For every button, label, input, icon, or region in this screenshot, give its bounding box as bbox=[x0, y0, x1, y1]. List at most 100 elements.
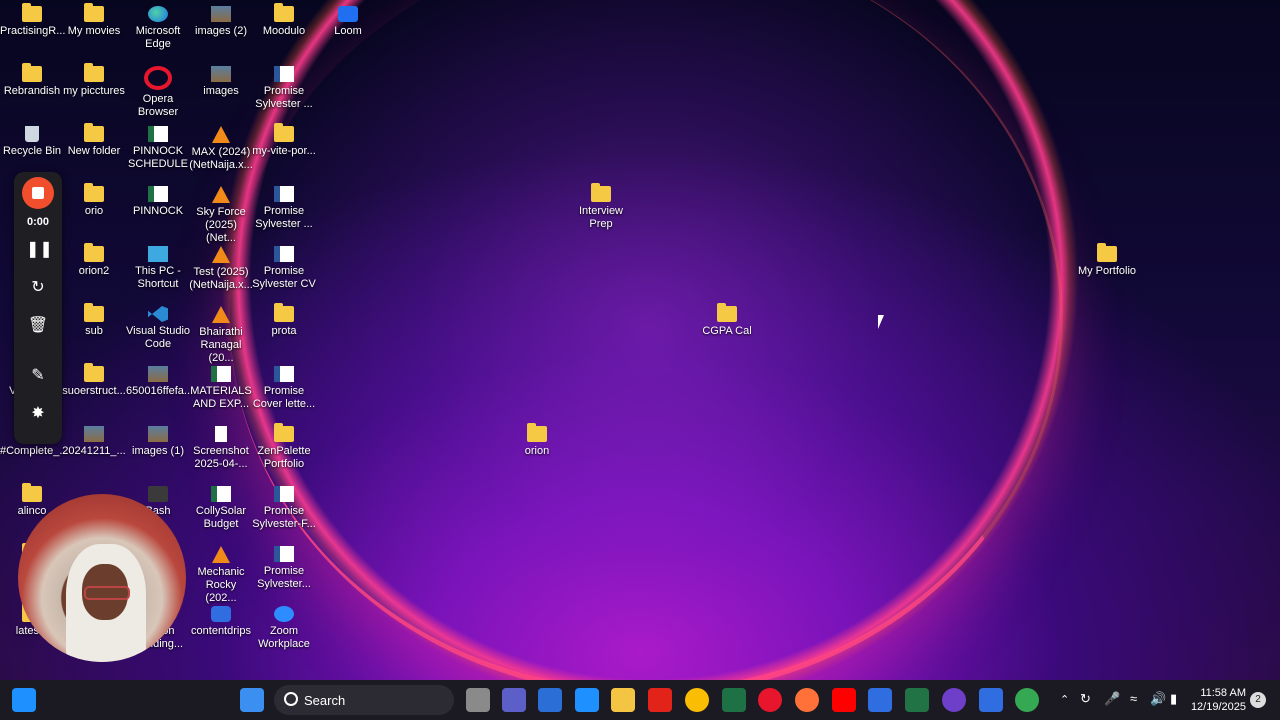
desktop-icon[interactable]: Mechanic Rocky (202... bbox=[189, 542, 253, 605]
folder-icon bbox=[527, 423, 547, 442]
restart-icon[interactable]: ↻ bbox=[26, 276, 50, 300]
desktop-icon[interactable]: orion bbox=[505, 422, 569, 458]
desktop-icon[interactable]: Opera Browser bbox=[126, 62, 190, 119]
desktop-icon[interactable]: Test (2025) (NetNaija.x... bbox=[189, 242, 253, 292]
microphone-icon[interactable]: 🎤 bbox=[1104, 691, 1120, 707]
taskbar-bing-icon[interactable] bbox=[868, 688, 892, 712]
desktop-icon[interactable]: My Portfolio bbox=[1075, 242, 1139, 278]
desktop-icon[interactable]: Moodulo bbox=[252, 2, 316, 38]
taskbar-youtube-icon[interactable] bbox=[832, 688, 856, 712]
folder-icon bbox=[22, 483, 42, 502]
desktop-icon[interactable]: images (1) bbox=[126, 422, 190, 458]
desktop-icon[interactable]: Rebrandish bbox=[0, 62, 64, 98]
clock[interactable]: 11:58 AM 12/19/2025 bbox=[1190, 686, 1246, 714]
taskbar-opera-icon[interactable] bbox=[758, 688, 782, 712]
desktop-icon[interactable]: Zoom Workplace bbox=[252, 602, 316, 651]
desktop-icon[interactable]: Loom bbox=[316, 2, 380, 38]
desktop-icon[interactable]: Screenshot 2025-04-... bbox=[189, 422, 253, 471]
img-icon bbox=[211, 6, 231, 22]
taskbar-chrome-icon[interactable] bbox=[685, 688, 709, 712]
desktop-icon[interactable]: 650016ffefa... bbox=[126, 362, 194, 398]
desktop-icon[interactable]: Promise Sylvester ... bbox=[252, 62, 316, 111]
desktop-icon[interactable]: Visual Studio Code bbox=[126, 302, 190, 351]
desktop-icon[interactable]: MAX (2024) (NetNaija.x... bbox=[189, 122, 253, 172]
desktop-icon[interactable]: prota bbox=[252, 302, 316, 338]
stop-recording-button[interactable] bbox=[22, 177, 54, 209]
desktop-icon[interactable]: My movies bbox=[62, 2, 126, 38]
desktop-icon[interactable]: my-vite-por... bbox=[252, 122, 316, 158]
desktop-icon[interactable]: Interview Prep bbox=[569, 182, 633, 231]
recording-timer: 0:00 bbox=[26, 216, 50, 228]
sync-icon[interactable]: ↻ bbox=[1080, 691, 1091, 707]
desktop-icon-label: my picctures bbox=[63, 85, 125, 97]
taskbar-calendar-icon[interactable] bbox=[575, 688, 599, 712]
desktop-icon[interactable]: contentdrips bbox=[189, 602, 253, 638]
taskbar-excel-icon[interactable] bbox=[722, 688, 746, 712]
desktop-icon[interactable]: Promise Sylvester ... bbox=[252, 182, 316, 231]
desktop-icon-label: Opera Browser bbox=[137, 93, 179, 118]
desktop-icon[interactable]: suoerstruct... bbox=[62, 362, 126, 398]
taskbar-search[interactable]: Search bbox=[274, 685, 454, 715]
folder-icon bbox=[1097, 243, 1117, 262]
cd-icon bbox=[211, 606, 231, 622]
bash-icon bbox=[148, 486, 168, 502]
desktop-icon[interactable]: orion2 bbox=[62, 242, 126, 278]
desktop-icon[interactable]: Bhairathi Ranagal (20... bbox=[189, 302, 253, 365]
desktop-icon[interactable]: images bbox=[189, 62, 253, 98]
taskbar-widgets-icon[interactable] bbox=[12, 688, 36, 712]
notification-badge[interactable]: 2 bbox=[1250, 692, 1266, 708]
taskbar-contentdrips-icon[interactable] bbox=[979, 688, 1003, 712]
desktop-icon[interactable]: sub bbox=[62, 302, 126, 338]
desktop-icon[interactable]: MATERIALS AND EXP... bbox=[189, 362, 253, 411]
desktop-icon-label: MATERIALS AND EXP... bbox=[190, 385, 252, 410]
desktop-icon[interactable]: New folder bbox=[62, 122, 126, 158]
taskbar-file-explorer-icon[interactable] bbox=[611, 688, 635, 712]
taskbar-chrome-profile-icon[interactable] bbox=[1015, 688, 1039, 712]
battery-icon[interactable]: ▮ bbox=[1170, 691, 1177, 707]
trash-icon[interactable]: 🗑 bbox=[26, 314, 50, 338]
taskbar-acrobat-icon[interactable] bbox=[648, 688, 672, 712]
desktop-icon[interactable]: Recycle Bin bbox=[0, 122, 64, 158]
desktop-icon[interactable]: PractisingR... bbox=[0, 2, 65, 38]
pen-icon[interactable]: ✎ bbox=[26, 364, 50, 388]
wifi-icon[interactable]: ≈ bbox=[1130, 691, 1137, 706]
clock-date: 12/19/2025 bbox=[1190, 701, 1246, 713]
taskbar-project-icon[interactable] bbox=[905, 688, 929, 712]
webcam-bubble[interactable] bbox=[18, 494, 186, 662]
desktop-icon[interactable]: PINNOCK SCHEDULE bbox=[126, 122, 190, 171]
desktop-icon[interactable]: Promise Sylvester CV bbox=[252, 242, 316, 291]
volume-icon[interactable]: 🔊 bbox=[1150, 691, 1166, 707]
taskbar-firefox-icon[interactable] bbox=[795, 688, 819, 712]
effects-icon[interactable]: ✸ bbox=[26, 402, 50, 426]
folder-icon bbox=[274, 423, 294, 442]
search-label: Search bbox=[304, 693, 346, 708]
desktop-icon[interactable]: images (2) bbox=[189, 2, 253, 38]
desktop-icon[interactable]: This PC - Shortcut bbox=[126, 242, 190, 291]
chevron-up-icon[interactable]: ⌃ bbox=[1060, 693, 1069, 706]
folder-icon bbox=[591, 183, 611, 202]
desktop-icon[interactable]: Sky Force (2025) (Net... bbox=[189, 182, 253, 245]
taskbar-github-icon[interactable] bbox=[942, 688, 966, 712]
desktop-icon[interactable]: Promise Sylvester-F... bbox=[252, 482, 316, 531]
taskbar-start-icon[interactable] bbox=[240, 688, 264, 712]
pause-icon[interactable]: ❚❚ bbox=[26, 238, 53, 262]
taskbar-store-icon[interactable] bbox=[538, 688, 562, 712]
taskbar-task-view-icon[interactable] bbox=[466, 688, 490, 712]
desktop-icon-label: images (2) bbox=[195, 25, 247, 37]
desktop-icon-label: Test (2025) (NetNaija.x... bbox=[189, 266, 253, 291]
desktop-icon-label: images bbox=[203, 85, 239, 97]
taskbar-teams-icon[interactable] bbox=[502, 688, 526, 712]
desktop-icon[interactable]: 20241211_... bbox=[62, 422, 126, 458]
desktop-icon[interactable]: my picctures bbox=[62, 62, 126, 98]
desktop-icon[interactable]: Microsoft Edge bbox=[126, 2, 190, 51]
desktop-icon[interactable]: Promise Cover lette... bbox=[252, 362, 316, 411]
desktop-icon[interactable]: orio bbox=[62, 182, 126, 218]
desktop-icon-label: 650016ffefa... bbox=[126, 385, 194, 397]
desktop-icon[interactable]: CGPA Cal bbox=[695, 302, 759, 338]
desktop-icon[interactable]: Promise Sylvester... bbox=[252, 542, 316, 591]
desktop-icon[interactable]: CollySolar Budget bbox=[189, 482, 253, 531]
desktop-icon-label: Promise Sylvester ... bbox=[255, 205, 313, 230]
desktop-icon[interactable]: ZenPalette Portfolio bbox=[252, 422, 316, 471]
desktop-icon[interactable]: PINNOCK bbox=[126, 182, 190, 218]
desktop-icon-label: sub bbox=[85, 325, 103, 337]
